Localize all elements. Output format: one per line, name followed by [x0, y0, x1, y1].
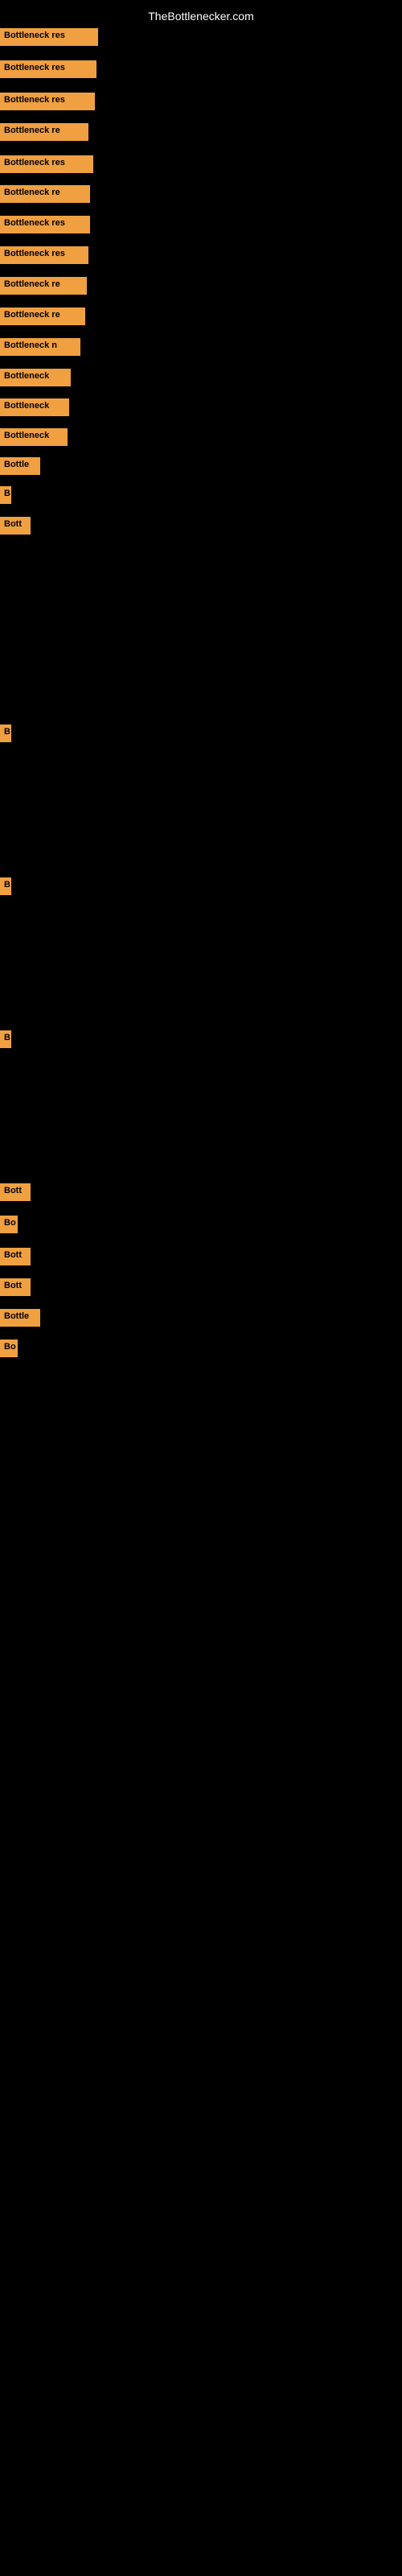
bottleneck-label: Bottleneck re: [0, 277, 87, 295]
bottleneck-label: Bo: [0, 1216, 18, 1233]
bottleneck-label: B: [0, 486, 11, 504]
bottleneck-label: Bott: [0, 1183, 31, 1201]
bottleneck-label: Bottleneck: [0, 398, 69, 416]
bottleneck-label: Bott: [0, 517, 31, 535]
bottleneck-label: Bottleneck re: [0, 123, 88, 141]
bottleneck-label: Bottleneck re: [0, 185, 90, 203]
bottleneck-label: Bottleneck res: [0, 60, 96, 78]
bottleneck-label: Bott: [0, 1248, 31, 1265]
bottleneck-label: Bottleneck: [0, 428, 68, 446]
bottleneck-label: Bottleneck re: [0, 308, 85, 325]
bottleneck-label: Bottle: [0, 1309, 40, 1327]
bottleneck-label: Bottleneck res: [0, 246, 88, 264]
bottleneck-label: Bottleneck res: [0, 28, 98, 46]
bottleneck-label: B: [0, 724, 11, 742]
bottleneck-label: Bottleneck n: [0, 338, 80, 356]
bottleneck-label: Bottleneck res: [0, 93, 95, 110]
bottleneck-label: Bo: [0, 1340, 18, 1357]
bottleneck-label: B: [0, 877, 11, 895]
bottleneck-label: Bottleneck: [0, 369, 71, 386]
bottleneck-label: Bottleneck res: [0, 216, 90, 233]
site-title: TheBottlenecker.com: [0, 3, 402, 29]
bottleneck-label: Bottleneck res: [0, 155, 93, 173]
bottleneck-label: Bott: [0, 1278, 31, 1296]
bottleneck-label: B: [0, 1030, 11, 1048]
bottleneck-label: Bottle: [0, 457, 40, 475]
